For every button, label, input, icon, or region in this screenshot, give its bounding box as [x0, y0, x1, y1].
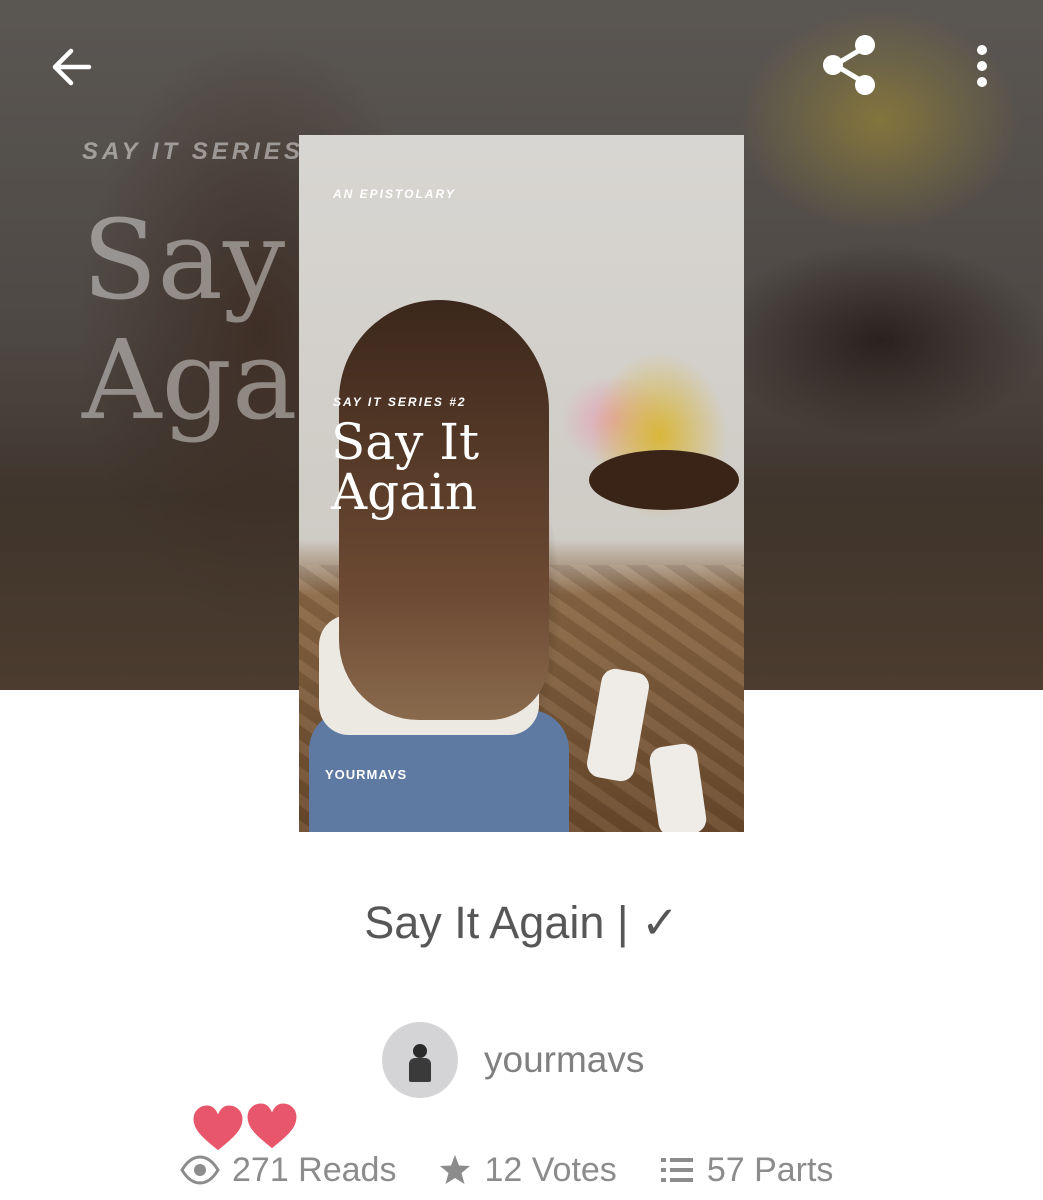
cover-kicker-text: AN EPISTOLARY: [333, 187, 456, 201]
share-icon: [823, 35, 875, 95]
backdrop-title-text: Say Aga: [82, 200, 297, 440]
more-options-button[interactable]: [960, 36, 1004, 96]
list-icon: [660, 1158, 693, 1182]
more-vertical-icon: [977, 45, 987, 87]
author-link[interactable]: yourmavs: [382, 1022, 644, 1098]
backdrop-series-text: SAY IT SERIES: [82, 138, 304, 165]
back-button[interactable]: [38, 40, 104, 94]
star-icon: [440, 1155, 471, 1184]
cover-series-text: SAY IT SERIES #2: [333, 395, 467, 409]
cover-stool: [589, 450, 739, 510]
story-title: Say It Again | ✓: [364, 897, 679, 948]
avatar-head: [413, 1044, 427, 1058]
reads-stat: 271 Reads: [180, 1151, 396, 1190]
share-button[interactable]: [812, 30, 886, 100]
backdrop-title-line2: Aga: [82, 316, 298, 444]
parts-stat[interactable]: 57 Parts: [659, 1150, 834, 1190]
cover-author-text: YOURMAVS: [325, 767, 408, 782]
votes-stat: 12 Votes: [438, 1150, 617, 1190]
book-cover[interactable]: AN EPISTOLARY SAY IT SERIES #2 Say It Ag…: [299, 135, 744, 832]
eye-icon: [180, 1155, 220, 1185]
backdrop-title-line1: Say: [82, 196, 286, 324]
avatar[interactable]: [382, 1022, 458, 1098]
votes-count: 12 Votes: [484, 1150, 617, 1189]
author-name[interactable]: yourmavs: [484, 1039, 644, 1081]
cover-title-text: Say It Again: [331, 413, 480, 521]
story-stats: 271 Reads 12 Votes 57 Parts: [180, 1145, 875, 1195]
arrow-left-icon: [52, 48, 92, 86]
avatar-body: [409, 1058, 431, 1082]
parts-count: 57 Parts: [706, 1150, 834, 1189]
reads-count: 271 Reads: [232, 1150, 397, 1189]
